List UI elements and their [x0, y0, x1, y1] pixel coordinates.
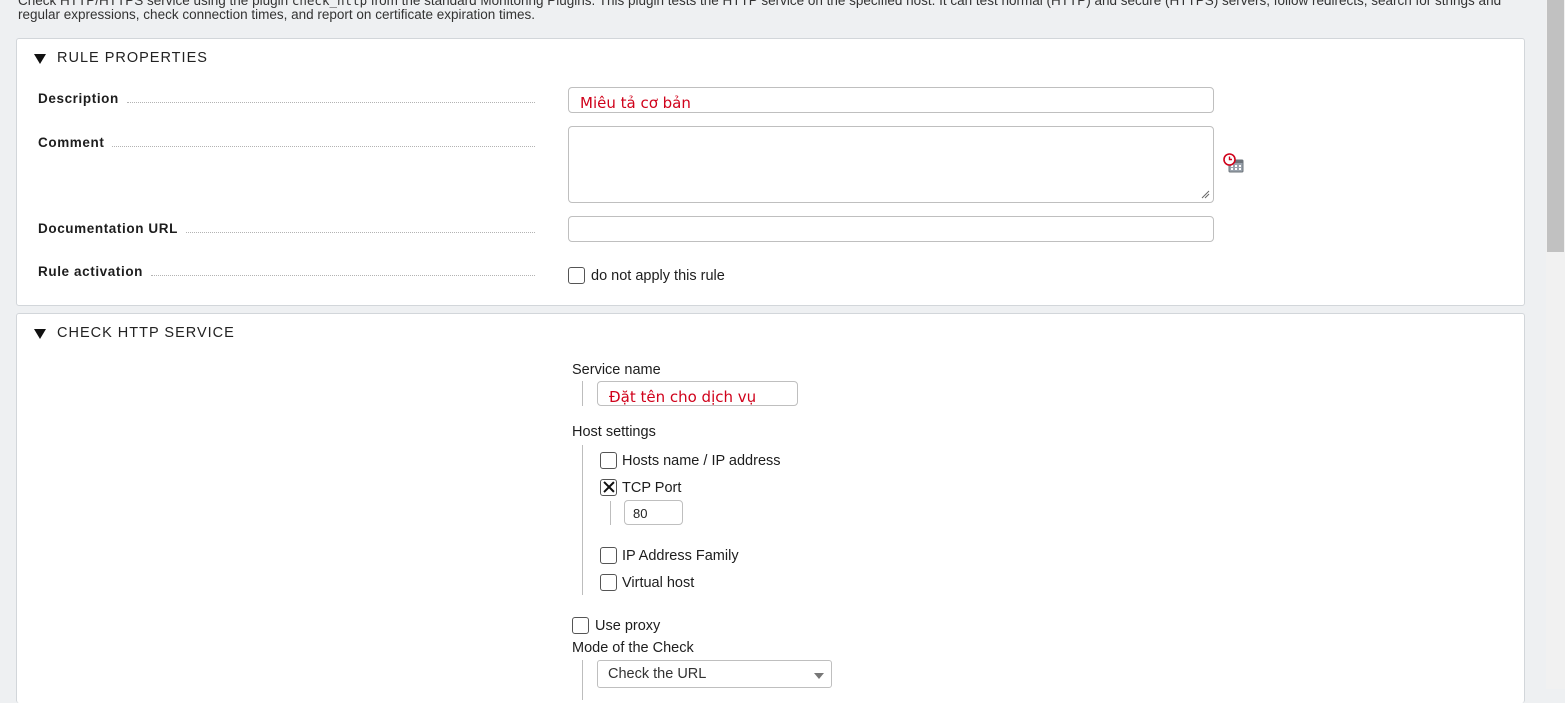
description-row-label: Description [38, 91, 535, 106]
hosts-name-label[interactable]: Hosts name / IP address [622, 453, 781, 469]
check-http-header[interactable]: CHECK HTTP SERVICE [17, 314, 1524, 350]
tcp-port-input[interactable]: 80 [624, 500, 683, 525]
rule-activation-row-label: Rule activation [38, 264, 535, 279]
comment-row-label: Comment [38, 135, 535, 150]
mode-of-check-select[interactable]: Check the URL [597, 660, 832, 688]
ip-family-checkbox[interactable] [600, 547, 617, 564]
description-input[interactable]: Miêu tả cơ bản [568, 87, 1214, 113]
service-name-indent-line [582, 381, 583, 406]
plugin-intro-text: Check HTTP/HTTPS service using the plugi… [18, 0, 1508, 22]
collapse-triangle-icon[interactable] [34, 54, 46, 64]
service-name-input[interactable]: Đặt tên cho dịch vụ [597, 381, 798, 406]
scrollbar-thumb[interactable] [1547, 0, 1564, 252]
timestamp-calendar-icon[interactable] [1222, 152, 1246, 176]
chevron-down-icon [814, 673, 824, 679]
mode-of-check-label: Mode of the Check [572, 640, 694, 656]
mode-selected-value: Check the URL [608, 666, 707, 682]
documentation-url-input[interactable] [568, 216, 1214, 242]
host-settings-label: Host settings [572, 424, 656, 440]
comment-textarea[interactable] [568, 126, 1214, 203]
service-name-label: Service name [572, 362, 661, 378]
do-not-apply-checkbox[interactable] [568, 267, 585, 284]
resize-grip-icon[interactable] [1201, 190, 1210, 199]
host-settings-indent-line [582, 445, 583, 595]
ip-family-label[interactable]: IP Address Family [622, 548, 739, 564]
virtual-host-checkbox[interactable] [600, 574, 617, 591]
documentation-url-row-label: Documentation URL [38, 221, 535, 236]
rule-properties-panel: RULE PROPERTIES Description Miêu tả cơ b… [16, 38, 1525, 306]
check-http-panel: CHECK HTTP SERVICE Service name Đặt tên … [16, 313, 1525, 703]
rule-properties-title: RULE PROPERTIES [57, 50, 208, 66]
page-scrollbar[interactable] [1546, 0, 1565, 689]
virtual-host-label[interactable]: Virtual host [622, 575, 694, 591]
use-proxy-label[interactable]: Use proxy [595, 618, 660, 634]
hosts-name-checkbox[interactable] [600, 452, 617, 469]
tcp-port-label[interactable]: TCP Port [622, 480, 681, 496]
mode-indent-line [582, 660, 583, 700]
do-not-apply-label[interactable]: do not apply this rule [591, 268, 725, 284]
use-proxy-checkbox[interactable] [572, 617, 589, 634]
collapse-triangle-icon[interactable] [34, 329, 46, 339]
tcp-port-checkbox[interactable] [600, 479, 617, 496]
tcp-port-indent-line [610, 501, 611, 525]
rule-properties-header[interactable]: RULE PROPERTIES [17, 39, 1524, 75]
check-http-title: CHECK HTTP SERVICE [57, 325, 235, 341]
